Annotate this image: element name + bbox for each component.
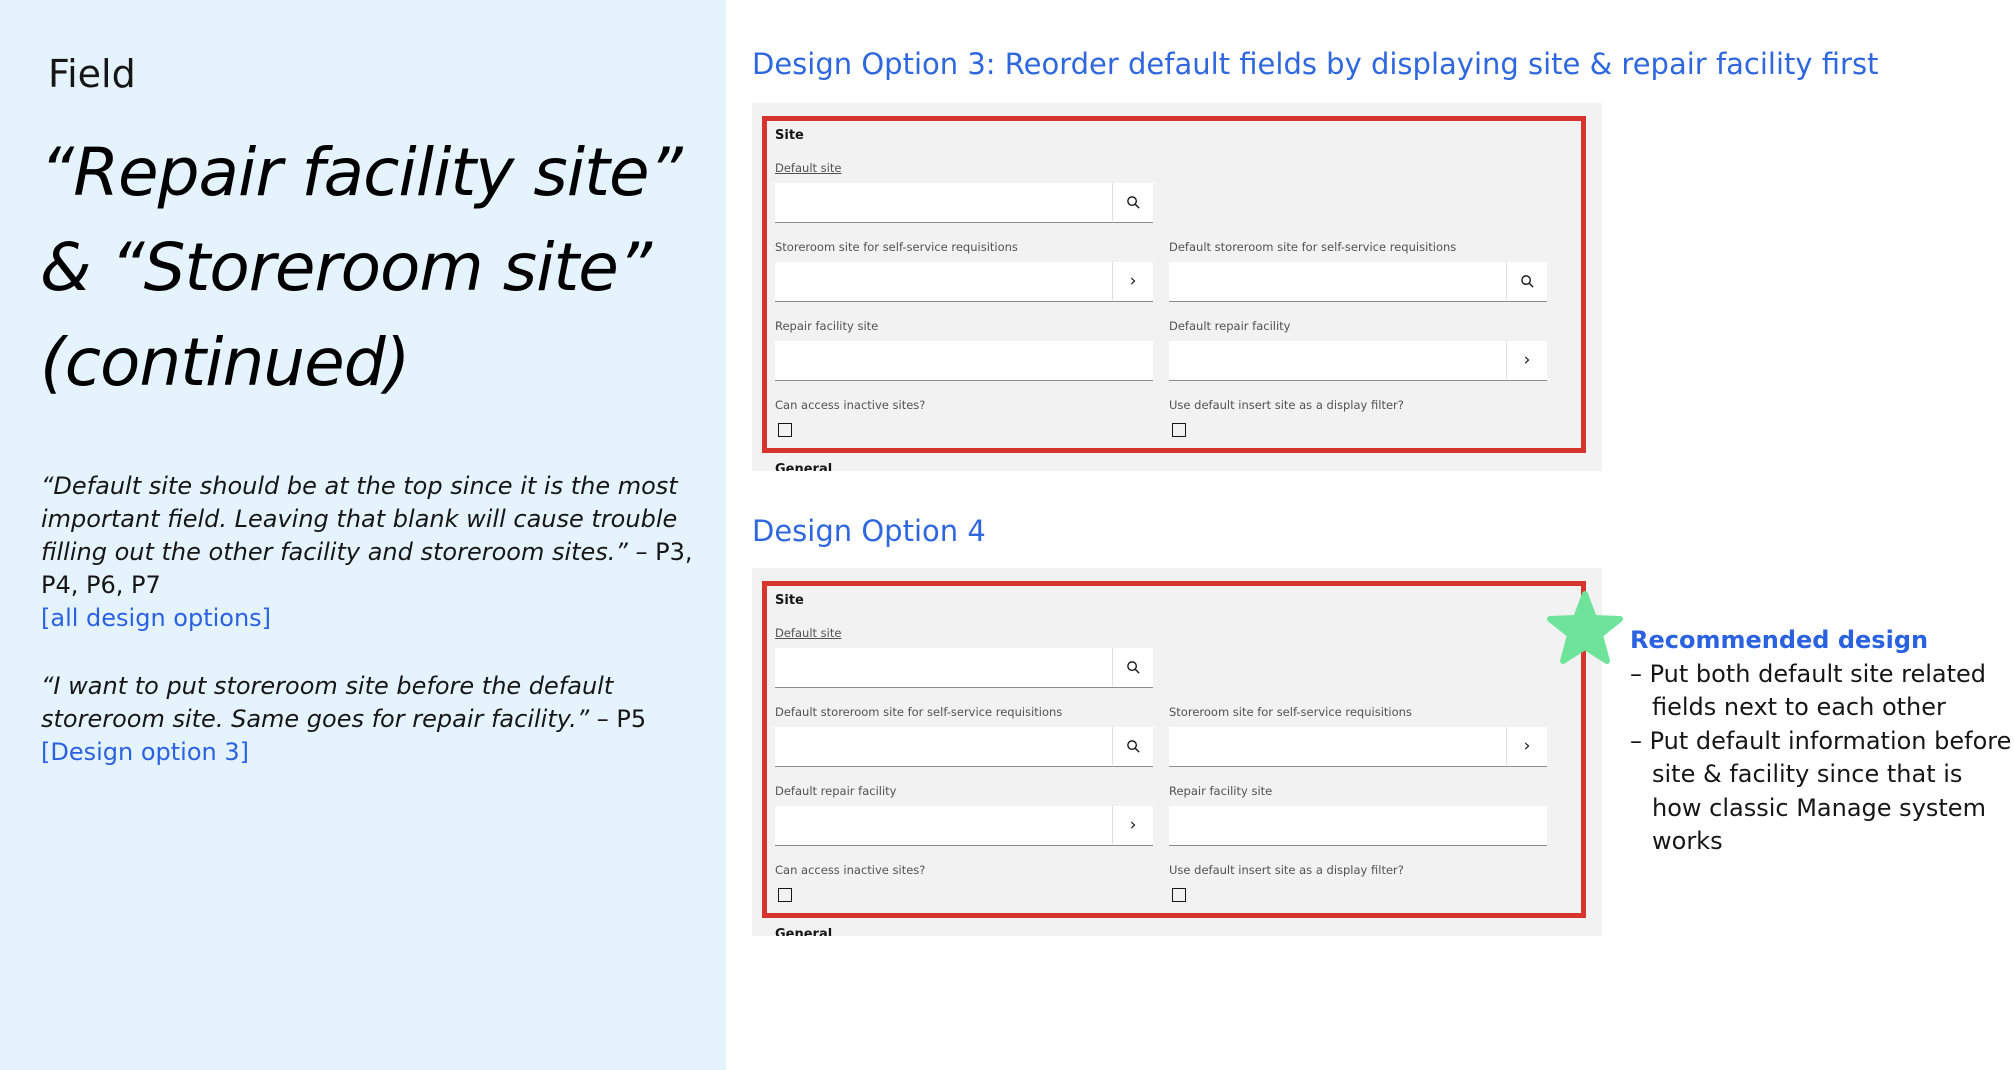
storeroom-site-field[interactable]: ›	[1169, 727, 1547, 767]
repair-facility-site-label: Repair facility site	[1169, 784, 1273, 798]
chevron-right-icon[interactable]: ›	[1112, 806, 1153, 844]
default-repair-facility-field[interactable]: ›	[775, 806, 1153, 846]
quote-text: “Default site should be at the top since…	[41, 472, 678, 566]
default-storeroom-site-label: Default storeroom site for self-service …	[1169, 240, 1457, 254]
chevron-right-icon[interactable]: ›	[1506, 341, 1547, 379]
default-storeroom-site-field[interactable]	[1169, 262, 1547, 302]
section-title-site: Site	[775, 593, 804, 608]
default-site-field[interactable]	[775, 648, 1153, 688]
repair-facility-site-field[interactable]	[775, 341, 1153, 381]
storeroom-site-label: Storeroom site for self-service requisit…	[775, 240, 1018, 254]
option3-heading: Design Option 3: Reorder default fields …	[752, 47, 1879, 81]
recommendation-title: Recommended design	[1630, 626, 1929, 654]
repair-facility-site-field[interactable]	[1169, 806, 1547, 846]
all-design-options-link[interactable]: [all design options]	[41, 604, 271, 632]
quote-block-1: “Default site should be at the top since…	[41, 470, 701, 635]
recommendation-item: – Put default information before site & …	[1630, 726, 2012, 856]
section-kicker: Field	[48, 52, 136, 96]
chevron-right-icon[interactable]: ›	[1112, 262, 1153, 300]
repair-facility-site-label: Repair facility site	[775, 319, 879, 333]
default-site-label: Default site	[775, 161, 842, 175]
storeroom-site-field[interactable]: ›	[775, 262, 1153, 302]
display-filter-label: Use default insert site as a display fil…	[1169, 398, 1404, 412]
display-filter-checkbox[interactable]	[1172, 888, 1186, 902]
page-title: “Repair facility site” & “Storeroom site…	[40, 125, 700, 410]
search-icon[interactable]	[1112, 727, 1153, 765]
title-line-3: (continued)	[40, 324, 410, 401]
default-repair-facility-label: Default repair facility	[775, 784, 897, 798]
option4-heading: Design Option 4	[752, 514, 986, 548]
star-icon	[1547, 591, 1623, 664]
left-panel: Field “Repair facility site” & “Storeroo…	[0, 0, 726, 1070]
display-filter-label: Use default insert site as a display fil…	[1169, 863, 1404, 877]
search-icon[interactable]	[1112, 648, 1153, 686]
next-section-title: General	[775, 462, 833, 471]
search-icon[interactable]	[1112, 183, 1153, 221]
option3-form-mockup: Site Default site Storeroom site for sel…	[752, 103, 1602, 471]
recommendation-item: – Put both default site related fields n…	[1630, 659, 1987, 722]
inactive-sites-checkbox[interactable]	[778, 888, 792, 902]
display-filter-checkbox[interactable]	[1172, 423, 1186, 437]
quote-text: “I want to put storeroom site before the…	[41, 672, 614, 733]
next-section-title: General	[775, 927, 833, 936]
storeroom-site-label: Storeroom site for self-service requisit…	[1169, 705, 1412, 719]
design-option-3-link[interactable]: [Design option 3]	[41, 738, 249, 766]
default-repair-facility-label: Default repair facility	[1169, 319, 1291, 333]
inactive-sites-label: Can access inactive sites?	[775, 398, 926, 412]
inactive-sites-label: Can access inactive sites?	[775, 863, 926, 877]
default-site-label: Default site	[775, 626, 842, 640]
default-repair-facility-field[interactable]: ›	[1169, 341, 1547, 381]
title-line-1: “Repair facility site”	[40, 134, 683, 211]
inactive-sites-checkbox[interactable]	[778, 423, 792, 437]
chevron-right-icon[interactable]: ›	[1506, 727, 1547, 765]
option4-form-mockup: Site Default site Default storeroom site…	[752, 568, 1602, 936]
default-storeroom-site-field[interactable]	[775, 727, 1153, 767]
section-title-site: Site	[775, 128, 804, 143]
search-icon[interactable]	[1506, 262, 1547, 300]
quote-attribution: – P5	[589, 705, 647, 733]
quote-block-2: “I want to put storeroom site before the…	[41, 670, 701, 769]
title-line-2: & “Storeroom site”	[40, 229, 652, 306]
default-storeroom-site-label: Default storeroom site for self-service …	[775, 705, 1063, 719]
recommendation-note: Recommended design – Put both default si…	[1630, 624, 2014, 859]
default-site-field[interactable]	[775, 183, 1153, 223]
